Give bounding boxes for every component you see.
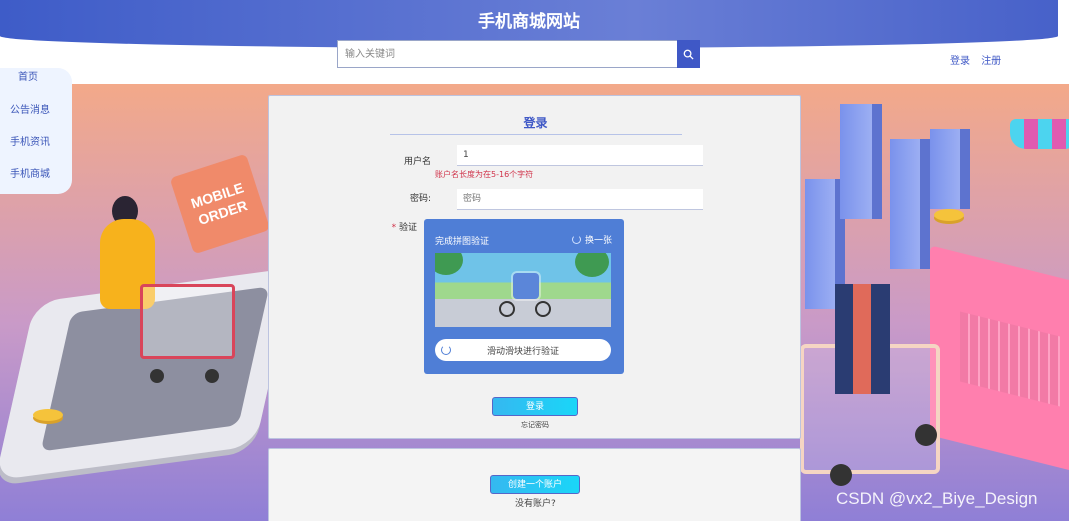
sidebar-nav: 首页 公告消息 手机资讯 手机商城: [0, 68, 72, 194]
login-button[interactable]: 登录: [492, 397, 578, 416]
password-label: 密码:: [409, 194, 431, 204]
auth-links: 登录 注册: [950, 52, 1009, 67]
site-title: 手机商城网站: [478, 12, 580, 32]
username-error: 账户名长度为在5-16个字符: [435, 170, 534, 179]
forgot-password-link[interactable]: 忘记密码: [521, 420, 549, 430]
bicycle-wheel: [499, 301, 515, 317]
captcha-puzzle-image: [435, 253, 611, 327]
bar-tower-illustration: [840, 104, 882, 219]
sidebar-item-phone-news[interactable]: 手机资讯: [10, 133, 82, 148]
bar-tower-illustration: [930, 129, 970, 209]
tree-illustration: [575, 253, 609, 277]
title-divider: [390, 134, 682, 135]
bicycle-wheel: [535, 301, 551, 317]
login-title: 登录: [523, 116, 548, 130]
no-account-text: 没有账户?: [515, 499, 556, 509]
refresh-icon: [441, 345, 451, 355]
shop-awning-illustration: [1010, 119, 1069, 149]
coin-illustration: [33, 409, 63, 421]
login-link[interactable]: 登录: [950, 56, 970, 67]
shopping-cart-illustration: [140, 284, 235, 359]
slider-handle[interactable]: [435, 339, 457, 361]
cart-wheel: [150, 369, 164, 383]
required-mark: *: [391, 223, 397, 233]
tree-illustration: [435, 253, 463, 275]
cart-wheel: [915, 424, 937, 446]
captcha-panel: 完成拼图验证 换一张 滑动滑块进行验证: [424, 219, 624, 374]
slider-text: 滑动滑块进行验证: [486, 346, 559, 357]
captcha-title: 完成拼图验证: [435, 237, 490, 247]
register-link[interactable]: 注册: [981, 56, 1001, 67]
mobile-order-sign: MOBILE ORDER: [169, 153, 271, 255]
sidebar-item-home[interactable]: 首页: [18, 68, 58, 83]
captcha-refresh-label: 换一张: [584, 236, 612, 246]
sidebar-item-announcements[interactable]: 公告消息: [10, 101, 82, 116]
cart-wheel: [205, 369, 219, 383]
search-button[interactable]: [677, 40, 700, 68]
captcha-refresh-button[interactable]: 换一张: [571, 233, 612, 246]
captcha-slider[interactable]: 滑动滑块进行验证: [435, 339, 611, 361]
watermark: CSDN @vx2_Biye_Design: [836, 489, 1038, 508]
search-bar: [337, 40, 700, 68]
coin-illustration: [934, 209, 964, 221]
search-icon: [683, 49, 694, 60]
password-input[interactable]: [457, 189, 703, 210]
sidebar-item-phone-store[interactable]: 手机商城: [10, 165, 82, 180]
captcha-label-text: 验证: [398, 223, 417, 233]
login-card: 登录 用户名 账户名长度为在5-16个字符 密码: * 验证 完成拼图验证 换一…: [268, 95, 801, 439]
create-account-button[interactable]: 创建一个账户: [490, 475, 580, 494]
bar-tower-illustration: [890, 139, 930, 269]
cart-wheel: [830, 464, 852, 486]
search-input[interactable]: [337, 40, 677, 68]
puzzle-piece-slot: [513, 273, 539, 299]
username-label: 用户名: [403, 157, 431, 167]
captcha-label: * 验证: [387, 220, 417, 233]
refresh-icon: [571, 235, 581, 244]
books-illustration: [835, 284, 890, 394]
register-card: 创建一个账户 没有账户?: [268, 448, 801, 521]
site-header: 手机商城网站 登录 注册: [0, 0, 1069, 84]
username-input[interactable]: [457, 145, 703, 166]
